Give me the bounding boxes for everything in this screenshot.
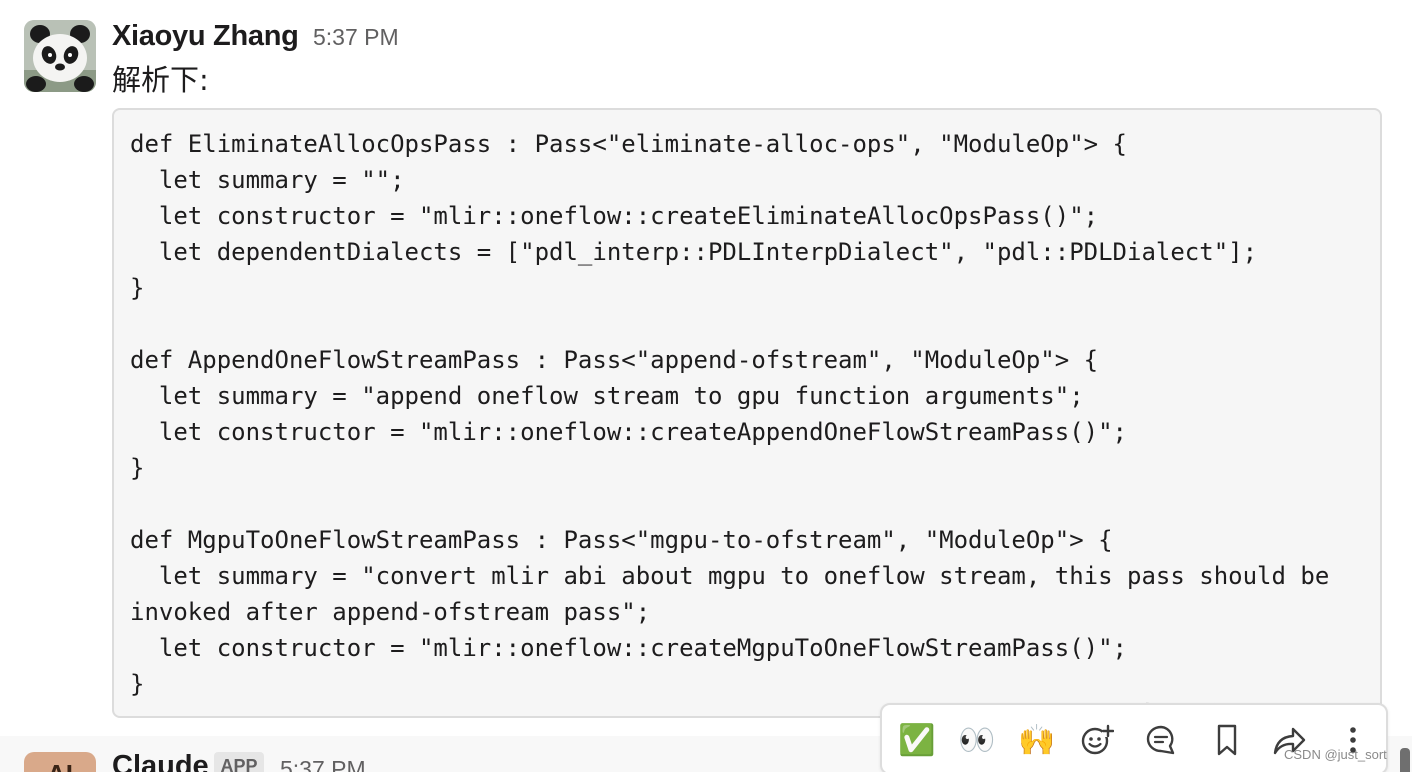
avatar[interactable] <box>24 20 96 92</box>
check-mark-emoji-icon: ✅ <box>898 723 936 757</box>
raised-hands-reaction-button[interactable]: 🙌 <box>1014 717 1060 763</box>
message-author[interactable]: Xiaoyu Zhang <box>112 16 299 56</box>
code-line: let constructor = "mlir::oneflow::create… <box>130 634 1127 662</box>
code-line: let summary = "convert mlir abi about mg… <box>130 562 1330 590</box>
code-line: def MgpuToOneFlowStreamPass : Pass<"mgpu… <box>130 526 1113 554</box>
eyes-emoji-icon: 👀 <box>958 723 996 757</box>
check-mark-reaction-button[interactable]: ✅ <box>894 717 940 763</box>
scrollbar-thumb[interactable] <box>1400 748 1410 772</box>
eyes-reaction-button[interactable]: 👀 <box>954 717 1000 763</box>
thread-reply-icon <box>1146 725 1175 755</box>
code-line: let dependentDialects = ["pdl_interp::PD… <box>130 238 1258 266</box>
code-line: let summary = "append oneflow stream to … <box>130 382 1084 410</box>
code-line: def EliminateAllocOpsPass : Pass<"elimin… <box>130 130 1127 158</box>
next-message-timestamp[interactable]: 5:37 PM <box>280 752 366 772</box>
code-block: def EliminateAllocOpsPass : Pass<"elimin… <box>112 108 1382 718</box>
code-line: } <box>130 454 145 482</box>
code-line: invoked after append-ofstream pass"; <box>130 598 651 626</box>
panda-avatar-icon <box>24 20 96 92</box>
claude-avatar[interactable]: AI <box>24 752 96 772</box>
code-line: def AppendOneFlowStreamPass : Pass<"appe… <box>130 346 1099 374</box>
raised-hands-emoji-icon: 🙌 <box>1018 723 1056 757</box>
add-reaction-icon <box>1081 724 1114 755</box>
app-badge: APP <box>214 752 264 772</box>
code-line: } <box>130 670 145 698</box>
code-line: let constructor = "mlir::oneflow::create… <box>130 202 1099 230</box>
reply-in-thread-button[interactable] <box>1138 717 1184 763</box>
code-line: let constructor = "mlir::oneflow::create… <box>130 418 1127 446</box>
save-for-later-button[interactable] <box>1204 717 1250 763</box>
add-reaction-button[interactable] <box>1074 717 1120 763</box>
bookmark-icon <box>1217 724 1237 756</box>
message-text: 解析下: <box>112 63 209 97</box>
next-message-author[interactable]: Claude <box>112 746 209 772</box>
code-line: } <box>130 274 145 302</box>
watermark-csdn: CSDN @just_sort <box>1284 747 1387 762</box>
message-timestamp[interactable]: 5:37 PM <box>313 20 399 54</box>
slack-message-view: Xiaoyu Zhang 5:37 PM 解析下: def EliminateA… <box>0 0 1412 772</box>
code-line: let summary = ""; <box>130 166 405 194</box>
